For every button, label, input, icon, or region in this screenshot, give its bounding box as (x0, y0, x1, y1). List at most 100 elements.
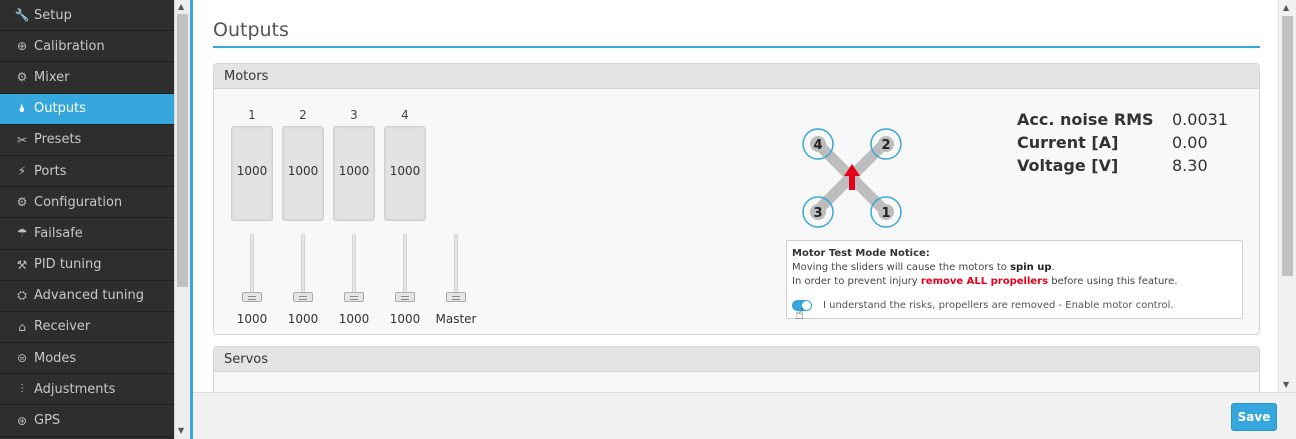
sidebar-item-gps[interactable]: ⊛ GPS (0, 405, 174, 437)
motor-2-output-bar: 1000 (282, 126, 324, 221)
sidebar-item-label: Adjustments (34, 381, 116, 397)
adjust-icon: ⫶ (20, 381, 24, 396)
sidebar-item-presets[interactable]: ✂ Presets (0, 124, 174, 156)
sidebar-nav: 🔧 Setup ⊕ Calibration ⚙ Mixer 🌢 Outputs ✂ Pre… (0, 0, 174, 439)
master-slider-label: Master (435, 312, 477, 326)
sidebar-item-label: Ports (34, 163, 67, 179)
sidebar-item-label: Setup (34, 7, 72, 23)
stat-value: 0.00 (1172, 133, 1208, 152)
quad-motor-1-label: 1 (881, 206, 890, 221)
motors-panel-header: Motors (214, 64, 1259, 89)
sidebar-item-label: Presets (34, 132, 82, 148)
motor-4-slider-track[interactable] (403, 234, 407, 300)
satellite-icon: ⊛ (16, 413, 28, 428)
stat-row-acc-noise: Acc. noise RMS 0.0031 (1017, 108, 1228, 131)
motor-1-bar-value: 1000 (236, 164, 268, 178)
motor-2-label: 2 (299, 108, 307, 122)
motor-2-slider-handle[interactable] (293, 292, 313, 302)
quad-motor-4-label: 4 (813, 138, 822, 153)
bolt-icon: 🌢 (18, 101, 26, 116)
save-button[interactable]: Save (1231, 403, 1277, 431)
motor-3-slider-value: 1000 (338, 312, 370, 326)
notice-emphasis: spin up (1010, 262, 1052, 273)
sidebar-item-failsafe[interactable]: ☂ Failsafe (0, 218, 174, 250)
sidebar-item-label: GPS (34, 413, 61, 429)
stat-row-voltage: Voltage [V] 8.30 (1017, 154, 1228, 177)
sidebar-item-label: Receiver (34, 319, 91, 335)
scroll-down-icon[interactable]: ▼ (178, 426, 184, 435)
gear-icon: ⚙ (16, 195, 28, 210)
servos-panel-header: Servos (214, 347, 1259, 372)
sidebar-item-setup[interactable]: 🔧 Setup (0, 0, 174, 32)
motor-4-slider-value: 1000 (389, 312, 421, 326)
scroll-down-icon[interactable]: ▼ (1283, 380, 1289, 389)
motor-1-slider-handle[interactable] (242, 292, 262, 302)
notice-text: . (1051, 262, 1055, 273)
sidebar-item-mixer[interactable]: ⚙ Mixer (0, 62, 174, 94)
footer-bar: Save (193, 392, 1296, 439)
sidebar-item-outputs[interactable]: 🌢 Outputs (0, 93, 174, 125)
motor-4-bar-value: 1000 (389, 164, 421, 178)
sidebar-item-calibration[interactable]: ⊕ Calibration (0, 31, 174, 63)
notice-title: Motor Test Mode Notice: (792, 248, 930, 259)
motor-3-slider-handle[interactable] (344, 292, 364, 302)
motor-3-bar-value: 1000 (338, 164, 370, 178)
wrench-icon: 🔧 (14, 8, 30, 23)
master-slider-track[interactable] (454, 234, 458, 300)
sidebar-item-label: Configuration (34, 194, 123, 210)
motor-3-label: 3 (350, 108, 358, 122)
motor-2-slider-value: 1000 (287, 312, 319, 326)
stat-label: Voltage [V] (1017, 156, 1119, 175)
sidebar-item-ports[interactable]: ⚡ Ports (0, 155, 174, 188)
scroll-up-icon[interactable]: ▲ (1283, 3, 1289, 12)
sidebar-item-modes[interactable]: ⊜ Modes (0, 343, 174, 375)
notice-text: In order to prevent injury (792, 276, 921, 287)
motor-2-bar-value: 1000 (287, 164, 319, 178)
sidebar-scrollbar[interactable]: ▲ ▼ (174, 0, 190, 439)
scroll-up-icon[interactable]: ▲ (178, 2, 184, 11)
sidebar-item-pid-tuning[interactable]: ⚒ PID tuning (0, 249, 174, 281)
notice-line-1: Moving the sliders will cause the motors… (792, 261, 1237, 275)
app-window: 🔧 Setup ⊕ Calibration ⚙ Mixer 🌢 Outputs ✂ Pre… (0, 0, 1296, 439)
crosshair-icon: ⊕ (16, 39, 28, 54)
enable-motor-control-label: I understand the risks, propellers are r… (823, 300, 1174, 311)
motors-panel: Motors 1 2 3 4 1000 1000 1000 1000 1000 … (213, 63, 1260, 335)
sidebar-item-label: Advanced tuning (34, 288, 145, 304)
stat-label: Current [A] (1017, 133, 1119, 152)
sidebar-scroll-thumb[interactable] (177, 14, 188, 287)
stat-row-current: Current [A] 0.00 (1017, 131, 1228, 154)
sidebar-item-label: Failsafe (34, 225, 83, 241)
toggle-icon: ⊜ (16, 351, 28, 366)
motor-1-output-bar: 1000 (231, 126, 273, 221)
stat-value: 8.30 (1172, 156, 1208, 175)
plug-icon: ⚡ (17, 164, 27, 179)
sidebar-item-receiver[interactable]: ⌂ Receiver (0, 311, 174, 344)
sidebar-item-label: Calibration (34, 38, 105, 54)
sidebar-item-advanced-tuning[interactable]: ⛭ Advanced tuning (0, 280, 174, 312)
motor-1-slider-track[interactable] (250, 234, 254, 300)
sidebar-item-label: Mixer (34, 69, 70, 85)
quad-motor-3-label: 3 (813, 206, 822, 221)
mixer-icon: ⚙ (16, 70, 28, 85)
motor-2-slider-track[interactable] (301, 234, 305, 300)
title-divider (213, 46, 1260, 48)
motor-3-slider-track[interactable] (352, 234, 356, 300)
hand-cursor-icon: ☝ (795, 305, 805, 323)
motor-test-notice: Motor Test Mode Notice: Moving the slide… (786, 240, 1243, 323)
sidebar-item-adjustments[interactable]: ⫶ Adjustments (0, 374, 174, 406)
receiver-icon: ⌂ (18, 319, 26, 334)
motor-4-slider-handle[interactable] (395, 292, 415, 302)
sidebar-item-configuration[interactable]: ⚙ Configuration (0, 187, 174, 219)
motor-1-slider-value: 1000 (236, 312, 268, 326)
main-scroll-thumb[interactable] (1282, 16, 1293, 276)
parachute-icon: ☂ (16, 226, 28, 241)
page-title: Outputs (213, 19, 289, 41)
notice-line-2: In order to prevent injury remove ALL pr… (792, 275, 1237, 289)
main-content: Outputs Motors 1 2 3 4 1000 1000 1000 10… (193, 0, 1278, 392)
sliders-icon: ⛭ (17, 288, 27, 303)
main-scrollbar[interactable]: ▲ ▼ (1278, 0, 1296, 392)
motor-4-output-bar: 1000 (384, 126, 426, 221)
tools-icon: ✂ (16, 132, 28, 147)
master-slider-handle[interactable] (446, 292, 466, 302)
motor-4-label: 4 (401, 108, 409, 122)
